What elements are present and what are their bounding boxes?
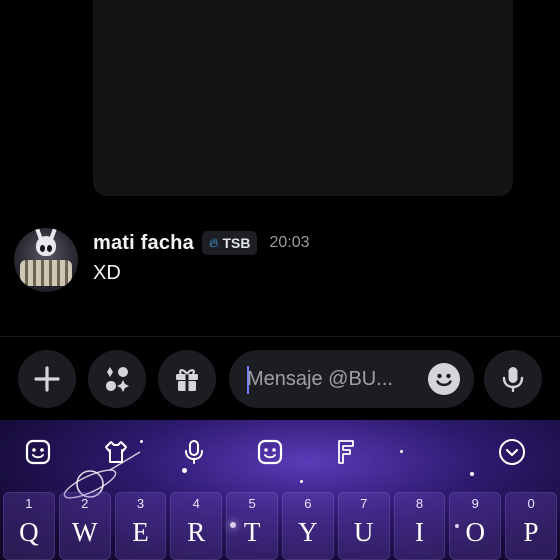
smiley-icon — [436, 373, 452, 387]
key-letter: P — [523, 517, 539, 547]
key-number: 8 — [415, 496, 424, 511]
key-number: 9 — [471, 496, 479, 511]
emoji-button[interactable] — [252, 434, 288, 470]
voice-input-button[interactable] — [176, 434, 212, 470]
key-letter: T — [243, 517, 261, 547]
keyboard-row-top: 1Q 2W 3E 4R 5T 6Y 7U 8I 9O 0P — [3, 492, 557, 560]
chat-message: mati facha 🔥︎ TSB 20:03 XD — [0, 222, 560, 292]
key-letter: Q — [19, 517, 39, 547]
gift-icon — [176, 369, 198, 391]
author-name[interactable]: mati facha — [93, 232, 194, 255]
divider — [0, 336, 560, 337]
message-header: mati facha 🔥︎ TSB 20:03 — [93, 230, 310, 256]
on-screen-keyboard: 1Q 2W 3E 4R 5T 6Y 7U 8I 9O 0P — [0, 420, 560, 560]
microphone-icon — [502, 367, 524, 393]
key-i[interactable]: 8I — [393, 492, 446, 560]
key-number: 3 — [136, 496, 145, 511]
key-letter: W — [71, 517, 98, 547]
key-e[interactable]: 3E — [114, 492, 167, 560]
key-letter: Y — [298, 517, 318, 547]
keyboard-star — [300, 480, 303, 483]
emoji-icon — [257, 439, 283, 465]
clipboard-icon — [105, 441, 127, 463]
key-letter: E — [132, 517, 149, 547]
key-letter: O — [465, 517, 486, 547]
voice-message-button[interactable] — [484, 350, 542, 408]
message-input[interactable] — [247, 350, 417, 408]
key-letter: I — [414, 517, 424, 547]
apps-icon — [106, 367, 129, 392]
key-r[interactable]: 4R — [170, 492, 223, 560]
key-o[interactable]: 9O — [449, 492, 502, 560]
media-embed[interactable] — [93, 0, 513, 196]
key-t[interactable]: 5T — [226, 492, 278, 560]
flame-icon: 🔥︎ — [208, 235, 219, 250]
collapse-keyboard-button[interactable] — [494, 434, 530, 470]
message-composer — [0, 346, 560, 412]
keyboard-toolbar — [0, 434, 560, 474]
key-u[interactable]: 7U — [337, 492, 390, 560]
knight-avatar-image — [36, 236, 56, 256]
emoji-sticker-button[interactable] — [20, 434, 56, 470]
gift-button[interactable] — [158, 350, 216, 408]
key-number: 2 — [81, 496, 89, 511]
key-number: 1 — [25, 496, 33, 511]
clipboard-button[interactable] — [98, 434, 134, 470]
guild-tag-text: TSB — [222, 235, 251, 251]
key-y[interactable]: 6Y — [281, 492, 334, 560]
microphone-icon — [185, 440, 203, 464]
chevron-down-icon — [499, 439, 525, 465]
key-letter: R — [187, 517, 206, 547]
avatar[interactable] — [14, 228, 78, 292]
guild-tag-badge[interactable]: 🔥︎ TSB — [201, 231, 258, 255]
key-w[interactable]: 2W — [58, 492, 111, 560]
key-number: 5 — [248, 496, 256, 511]
message-input-field[interactable] — [229, 350, 474, 408]
key-p[interactable]: 0P — [505, 492, 557, 560]
key-number: 6 — [304, 496, 312, 511]
key-letter: U — [353, 517, 374, 547]
add-attachment-button[interactable] — [18, 350, 76, 408]
key-number: 7 — [360, 496, 368, 511]
key-q[interactable]: 1Q — [3, 492, 55, 560]
key-number: 0 — [527, 496, 535, 511]
plus-icon — [34, 366, 60, 392]
emoji-picker-button[interactable] — [428, 363, 460, 395]
colosseum-avatar-image — [20, 260, 72, 286]
emoji-sticker-icon — [25, 439, 51, 465]
font-icon — [338, 440, 354, 464]
font-button[interactable] — [328, 434, 364, 470]
message-text: XD — [93, 262, 121, 284]
key-number: 4 — [192, 496, 200, 511]
apps-button[interactable] — [88, 350, 146, 408]
message-timestamp: 20:03 — [269, 234, 310, 251]
